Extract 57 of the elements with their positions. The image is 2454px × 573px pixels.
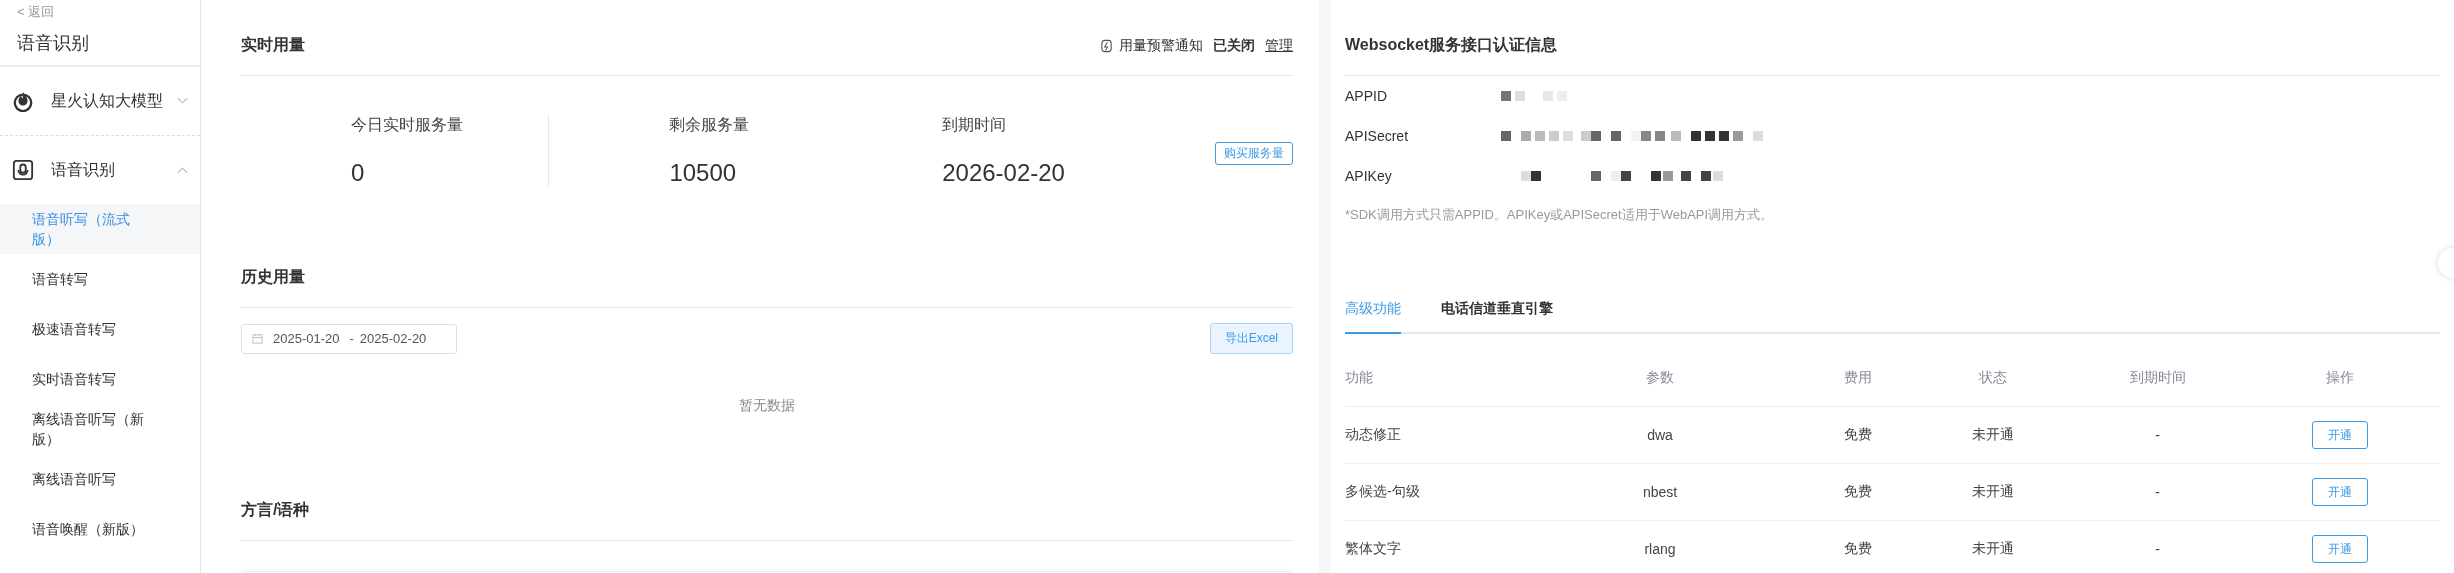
stat-label: 今日实时服务量 xyxy=(351,115,464,135)
table-cell-text: - xyxy=(2154,484,2161,500)
table-cell-text: 繁体文字 xyxy=(1345,540,1402,558)
sidebar-item[interactable]: 语音唤醒（新版） xyxy=(0,504,200,554)
sidebar-item[interactable]: 实时语音转写 xyxy=(0,354,200,404)
table-cell-text: rlang xyxy=(1643,541,1677,557)
empty-message: 暂无数据 xyxy=(738,397,796,415)
column-header: 操作 xyxy=(2325,369,2355,387)
redacted-value-drawing xyxy=(1501,91,1567,101)
date-range-field[interactable]: 2025-01-20 - 2025-02-20 xyxy=(241,323,457,354)
stat-value: 10500 xyxy=(669,159,738,187)
column-header: 费用 xyxy=(1842,369,1873,387)
sidebar-title: 语音识别 xyxy=(17,32,90,55)
sidebar-item[interactable]: 离线语音听写（新版） xyxy=(0,404,200,454)
column-header: 状态 xyxy=(1977,369,2008,387)
credential-label: APIKey xyxy=(1345,168,1393,184)
column-header: 功能 xyxy=(1345,369,1374,387)
table-cell-text: 未开通 xyxy=(1970,540,2015,558)
alert-label: 用量预警通知 xyxy=(1119,36,1203,55)
sidebar-item[interactable]: 离线语音听写 xyxy=(0,454,200,504)
section-title: 方言/语种 xyxy=(241,500,310,520)
column-header: 到期时间 xyxy=(2128,369,2187,387)
table-cell-text: 未开通 xyxy=(1970,483,2015,501)
calendar-icon xyxy=(252,333,263,344)
table-cell-text: 动态修正 xyxy=(1345,426,1402,444)
table-cell-text: - xyxy=(2154,427,2161,443)
table-cell-text: 多候选-句级 xyxy=(1345,483,1421,501)
manage-link[interactable]: 管理 xyxy=(1265,36,1293,55)
tab[interactable]: 电话信道垂直引擎 xyxy=(1441,288,1553,334)
credential-label: APISecret xyxy=(1345,128,1410,144)
section-title: 实时用量 xyxy=(241,35,305,55)
flame-icon xyxy=(12,90,34,112)
table-cell-text: dwa xyxy=(1646,427,1674,443)
note-text: *SDK调用方式只需APPID。APIKey或APISecret适用于WebAPI调用方式。 xyxy=(1345,206,1775,224)
stat-value: 0 xyxy=(351,159,366,187)
sidebar-item[interactable]: 语音转写 xyxy=(0,254,200,304)
alert-status: 已关闭 xyxy=(1213,36,1255,55)
chevron-down-icon xyxy=(177,97,188,105)
table-cell-text: 免费 xyxy=(1842,540,1873,558)
section-title: 历史用量 xyxy=(241,267,305,287)
chevron-up-icon xyxy=(177,166,188,174)
credential-label: APPID xyxy=(1345,88,1388,104)
microphone-icon xyxy=(12,159,34,181)
alert-icon xyxy=(1100,38,1113,53)
table-cell-text: nbest xyxy=(1641,484,1679,500)
stat-label: 到期时间 xyxy=(942,115,1008,135)
stat-value: 2026-02-20 xyxy=(942,159,1066,187)
table-cell-text: 免费 xyxy=(1842,426,1873,444)
table-cell-text: 免费 xyxy=(1842,483,1873,501)
table-cell-text: 未开通 xyxy=(1970,426,2015,444)
menu-group[interactable]: 星火认知大模型 xyxy=(0,67,200,135)
stat-label: 剩余服务量 xyxy=(669,115,751,135)
column-header: 参数 xyxy=(1645,369,1675,387)
table-cell-text: - xyxy=(2154,541,2161,557)
menu-group[interactable]: 语音识别 xyxy=(0,136,200,204)
sidebar-item[interactable]: 极速语音转写 xyxy=(0,304,200,354)
section-title: Websocket服务接口认证信息 xyxy=(1345,35,1558,55)
